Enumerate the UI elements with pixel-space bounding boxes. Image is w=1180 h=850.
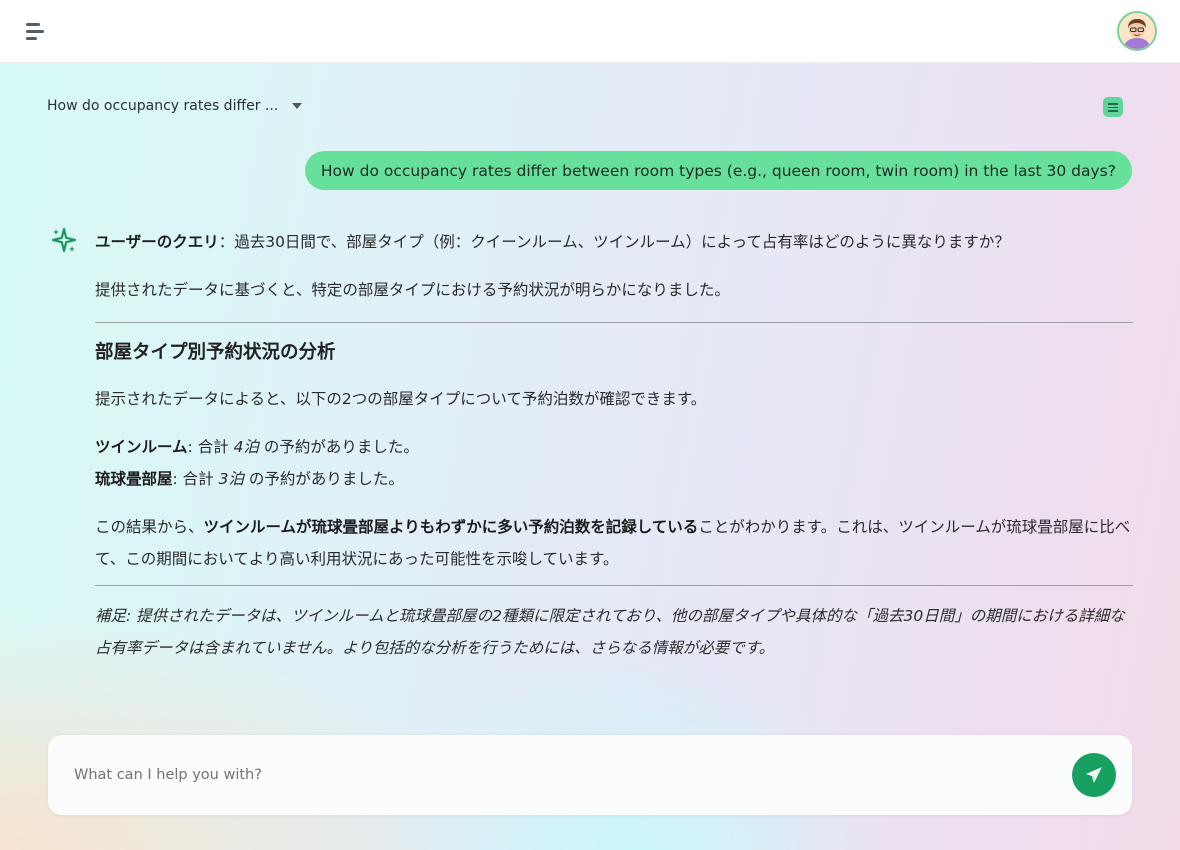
item-suffix: の予約がありました。: [259, 438, 419, 456]
sparkle-icon: [50, 226, 78, 254]
divider: [95, 585, 1133, 586]
conversation-title-dropdown[interactable]: How do occupancy rates differ ...: [47, 98, 303, 114]
user-avatar[interactable]: [1117, 11, 1157, 51]
item-suffix: の予約がありました。: [243, 470, 404, 488]
send-button[interactable]: [1072, 753, 1116, 797]
conversation-title: How do occupancy rates differ ...: [47, 98, 279, 114]
chat-input-container: [48, 735, 1132, 815]
section-heading: 部屋タイプ別予約状況の分析: [95, 342, 336, 363]
list-item-twin: ツインルーム: 合計 4泊 の予約がありました。: [95, 431, 1133, 463]
conclusion-bold: ツインルームが琉球畳部屋よりもわずかに多い予約泊数を記録している: [203, 518, 699, 536]
chat-input[interactable]: [74, 759, 1034, 791]
room-name: ツインルーム: [95, 438, 188, 456]
avatar-icon: [1119, 13, 1155, 49]
send-icon: [1086, 767, 1102, 783]
list-item-ryukyu: 琉球畳部屋: 合計 3泊 の予約がありました。: [95, 463, 1133, 495]
query-line: ユーザーのクエリ：過去30日間で、部屋タイプ（例：クイーンルーム、ツインルーム）…: [95, 226, 1133, 258]
conclusion-prefix: この結果から、: [95, 518, 204, 536]
chevron-down-icon: [292, 103, 303, 109]
item-value: 4泊: [233, 438, 259, 456]
item-value: 3泊: [218, 470, 244, 488]
room-name: 琉球畳部屋: [95, 470, 173, 488]
divider: [95, 322, 1133, 323]
intro-paragraph: 提供されたデータに基づくと、特定の部屋タイプにおける予約状況が明らかになりました…: [95, 281, 730, 299]
assistant-answer: ユーザーのクエリ：過去30日間で、部屋タイプ（例：クイーンルーム、ツインルーム）…: [95, 226, 1133, 664]
menu-icon[interactable]: [22, 20, 48, 44]
user-message-text: How do occupancy rates differ between ro…: [320, 161, 1116, 180]
item-prefix: : 合計: [172, 470, 219, 488]
query-text: ：過去30日間で、部屋タイプ（例：クイーンルーム、ツインルーム）によって占有率は…: [218, 233, 1010, 251]
data-paragraph: 提示されたデータによると、以下の2つの部屋タイプについて予約泊数が確認できます。: [95, 390, 707, 408]
item-prefix: : 合計: [187, 438, 234, 456]
conclusion-paragraph: この結果から、ツインルームが琉球畳部屋よりもわずかに多い予約泊数を記録しているこ…: [95, 511, 1133, 575]
list-icon[interactable]: [1103, 97, 1123, 117]
note-paragraph: 補足: 提供されたデータは、ツインルームと琉球畳部屋の2種類に限定されており、他…: [95, 607, 1125, 657]
top-bar: [0, 0, 1180, 63]
user-message-bubble: How do occupancy rates differ between ro…: [304, 151, 1132, 190]
query-label: ユーザーのクエリ: [95, 233, 219, 251]
